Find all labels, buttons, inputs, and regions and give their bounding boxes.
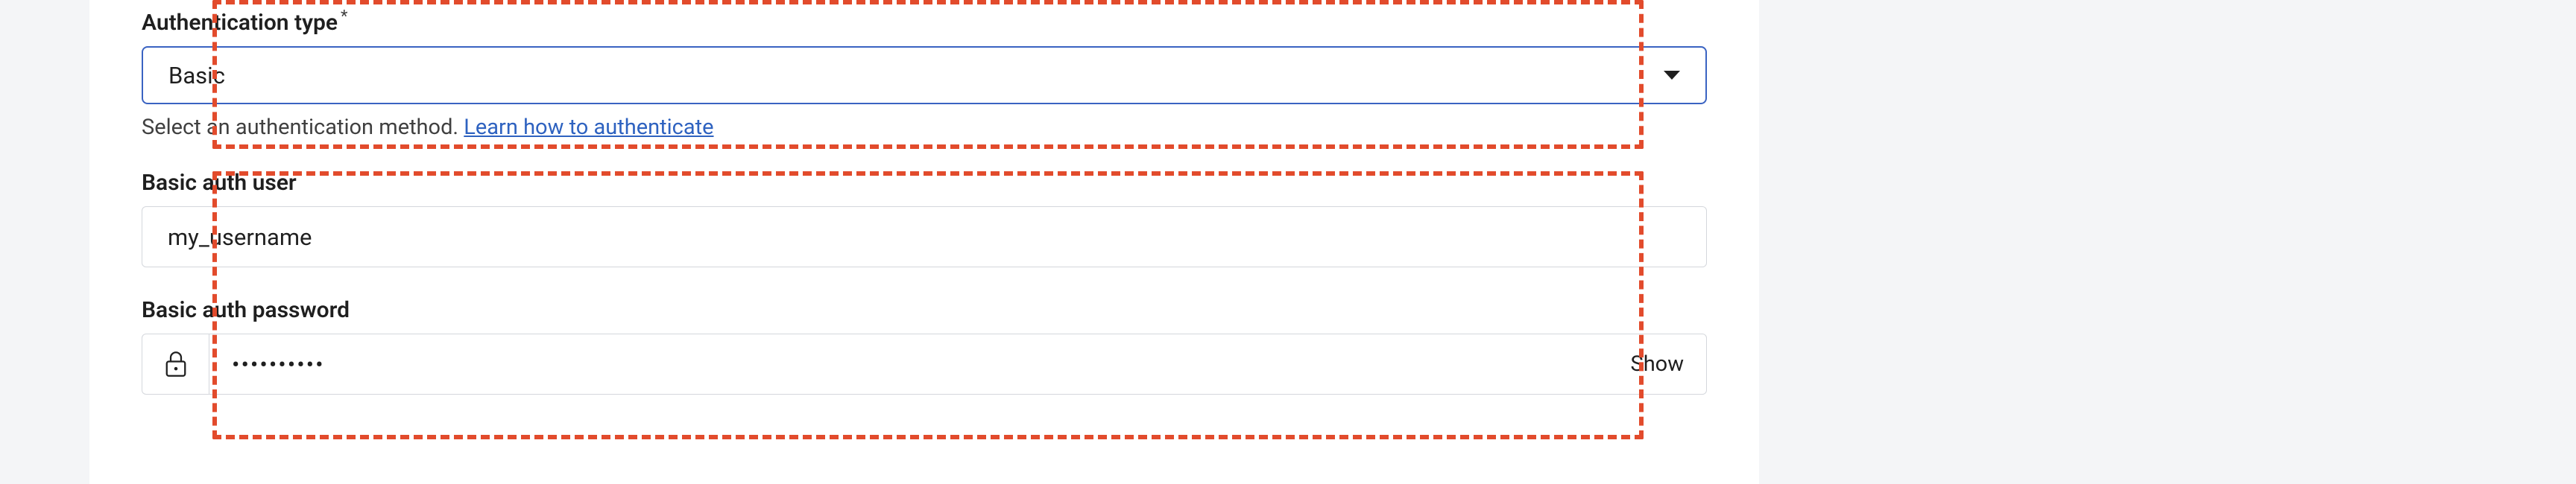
- basic-password-row: Show: [142, 334, 1707, 395]
- auth-type-field: Authentication type* Basic Select an aut…: [142, 7, 1707, 140]
- learn-auth-link[interactable]: Learn how to authenticate: [464, 115, 713, 140]
- auth-type-value: Basic: [168, 62, 1664, 89]
- show-password-button[interactable]: Show: [1608, 334, 1706, 394]
- auth-type-label-text: Authentication type: [142, 10, 338, 36]
- lock-icon: [160, 348, 192, 380]
- basic-user-label: Basic auth user: [142, 170, 1707, 196]
- basic-password-field: Basic auth password Show: [142, 297, 1707, 395]
- chevron-down-icon: [1664, 71, 1680, 80]
- lock-icon-box: [142, 334, 209, 394]
- basic-user-field: Basic auth user: [142, 170, 1707, 267]
- auth-type-helper-text: Select an authentication method.: [142, 115, 464, 140]
- basic-password-label: Basic auth password: [142, 297, 1707, 323]
- auth-type-helper: Select an authentication method. Learn h…: [142, 115, 1707, 140]
- required-indicator: *: [341, 7, 347, 26]
- auth-type-select[interactable]: Basic: [142, 46, 1707, 104]
- basic-user-input[interactable]: [142, 206, 1707, 267]
- auth-type-label: Authentication type*: [142, 7, 1707, 36]
- basic-password-input[interactable]: [209, 334, 1608, 394]
